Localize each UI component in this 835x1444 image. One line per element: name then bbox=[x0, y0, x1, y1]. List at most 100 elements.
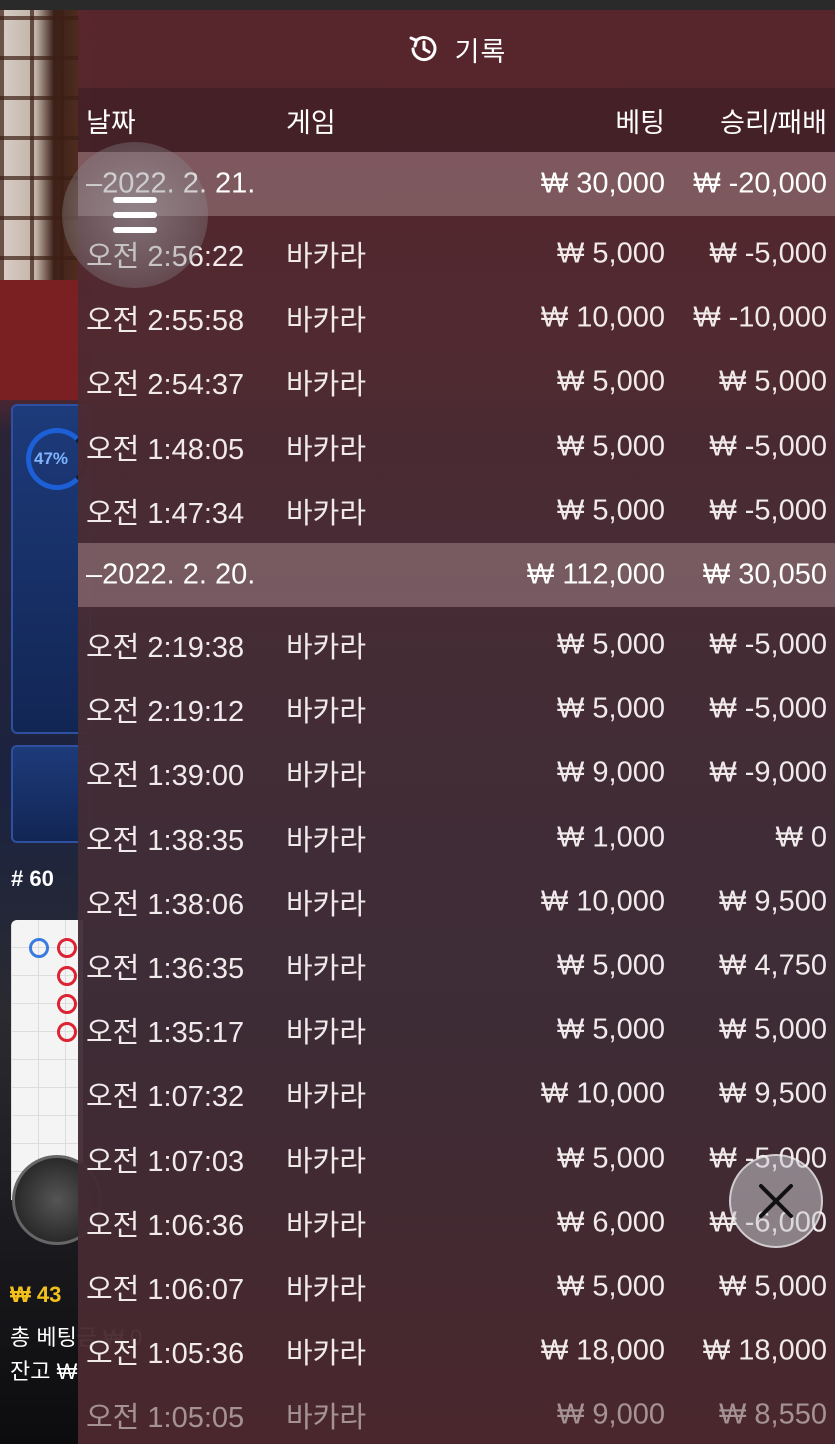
row-game: 바카라 bbox=[286, 824, 367, 857]
row-game: 바카라 bbox=[286, 888, 367, 921]
row-time: 오전 2:54:37 bbox=[86, 369, 245, 402]
row-time: 오전 1:06:36 bbox=[86, 1209, 245, 1242]
row-time: 오전 1:38:06 bbox=[86, 888, 245, 921]
row-time: 오전 1:05:05 bbox=[86, 1402, 245, 1435]
history-row[interactable]: 오전 1:35:17 바카라 ₩ 5,000 ₩ 5,000 bbox=[78, 998, 835, 1062]
history-row[interactable]: 오전 1:05:05 바카라 ₩ 9,000 ₩ 8,550 bbox=[78, 1383, 835, 1444]
close-button[interactable] bbox=[729, 1154, 823, 1248]
history-row[interactable]: 오전 1:47:34 바카라 ₩ 5,000 ₩ -5,000 bbox=[78, 479, 835, 543]
hamburger-menu-icon bbox=[113, 197, 157, 233]
row-win-loss: ₩ 5,000 bbox=[719, 1270, 827, 1303]
history-row[interactable]: 오전 2:54:37 바카라 ₩ 5,000 ₩ 5,000 bbox=[78, 350, 835, 414]
row-game: 바카라 bbox=[286, 305, 367, 338]
row-time: 오전 2:55:58 bbox=[86, 305, 245, 338]
row-game: 바카라 bbox=[286, 1209, 367, 1242]
row-win-loss: ₩ 9,500 bbox=[719, 1077, 827, 1110]
row-win-loss: ₩ -5,000 bbox=[709, 692, 827, 725]
header-win-loss: 승리/패배 bbox=[720, 107, 827, 138]
win-percentage-text: 47% bbox=[33, 449, 69, 468]
row-bet: ₩ 5,000 bbox=[557, 430, 665, 463]
history-table-header: 날짜 게임 베팅 승리/패배 bbox=[78, 88, 835, 152]
row-bet: ₩ 5,000 bbox=[557, 237, 665, 270]
row-game: 바카라 bbox=[286, 1273, 367, 1306]
row-time: 오전 1:39:00 bbox=[86, 760, 245, 793]
history-row[interactable]: 오전 1:06:36바카라₩ 6,000₩ -6,000 bbox=[78, 1191, 835, 1255]
history-row[interactable]: 오전 1:39:00 바카라 ₩ 9,000 ₩ -9,000 bbox=[78, 741, 835, 805]
history-row[interactable]: 오전 1:38:35 바카라 ₩ 1,000 ₩ 0 bbox=[78, 806, 835, 870]
group-bet-total: ₩ 30,000 bbox=[540, 167, 665, 200]
close-x-icon bbox=[759, 1184, 793, 1218]
row-win-loss: ₩ -5,000 bbox=[709, 494, 827, 527]
row-bet: ₩ 5,000 bbox=[557, 1013, 665, 1046]
history-row[interactable]: 오전 1:05:36 바카라 ₩ 18,000 ₩ 18,000 bbox=[78, 1319, 835, 1383]
row-win-loss: ₩ -5,000 bbox=[709, 237, 827, 270]
row-bet: ₩ 10,000 bbox=[540, 885, 665, 918]
row-game: 바카라 bbox=[286, 369, 367, 402]
row-time: 오전 1:06:07 bbox=[86, 1273, 245, 1306]
row-win-loss: ₩ -5,000 bbox=[709, 628, 827, 661]
row-game: 바카라 bbox=[286, 1017, 367, 1050]
row-bet: ₩ 5,000 bbox=[557, 365, 665, 398]
header-game: 게임 bbox=[286, 107, 336, 138]
row-game: 바카라 bbox=[286, 632, 367, 665]
row-win-loss: ₩ 4,750 bbox=[719, 949, 827, 982]
row-bet: ₩ 5,000 bbox=[557, 1142, 665, 1175]
row-time: 오전 2:19:38 bbox=[86, 632, 245, 665]
row-bet: ₩ 10,000 bbox=[540, 301, 665, 334]
row-game: 바카라 bbox=[286, 1402, 367, 1435]
row-bet: ₩ 5,000 bbox=[557, 494, 665, 527]
row-time: 오전 1:05:36 bbox=[86, 1338, 245, 1371]
row-bet: ₩ 5,000 bbox=[557, 949, 665, 982]
lattice-window-decor bbox=[0, 0, 80, 300]
history-row[interactable]: 오전 1:38:06 바카라 ₩ 10,000 ₩ 9,500 bbox=[78, 870, 835, 934]
row-bet: ₩ 5,000 bbox=[557, 628, 665, 661]
row-bet: ₩ 18,000 bbox=[540, 1334, 665, 1367]
row-bet: ₩ 5,000 bbox=[557, 1270, 665, 1303]
remaining-balance-label: 잔고 ₩ bbox=[10, 1359, 78, 1384]
menu-button[interactable] bbox=[62, 142, 208, 288]
history-row[interactable]: 오전 1:36:35 바카라 ₩ 5,000 ₩ 4,750 bbox=[78, 934, 835, 998]
date-group-header[interactable]: –2022. 2. 20. ₩ 112,000 ₩ 30,050 bbox=[78, 542, 835, 607]
history-clock-icon bbox=[409, 36, 437, 62]
row-game: 바카라 bbox=[286, 1145, 367, 1178]
history-row[interactable]: 오전 1:06:07 바카라 ₩ 5,000 ₩ 5,000 bbox=[78, 1255, 835, 1319]
status-strip bbox=[0, 0, 835, 10]
row-win-loss: ₩ 5,000 bbox=[719, 365, 827, 398]
history-row[interactable]: 오전 2:19:38 바카라 ₩ 5,000 ₩ -5,000 bbox=[78, 613, 835, 677]
row-game: 바카라 bbox=[286, 952, 367, 985]
history-list[interactable]: –2022. 2. 21.₩ 30,000₩ -20,000오전 2:56:22… bbox=[78, 152, 835, 1444]
row-win-loss: ₩ -9,000 bbox=[709, 756, 827, 789]
history-row[interactable]: 오전 2:55:58 바카라 ₩ 10,000 ₩ -10,000 bbox=[78, 286, 835, 350]
row-time: 오전 1:48:05 bbox=[86, 433, 245, 466]
group-win-loss-total: ₩ 30,050 bbox=[702, 558, 827, 591]
history-title: 기록 bbox=[454, 36, 507, 67]
group-bet-total: ₩ 112,000 bbox=[526, 558, 665, 591]
row-time: 오전 1:38:35 bbox=[86, 824, 245, 857]
dealer-table bbox=[0, 280, 90, 400]
group-date: –2022. 2. 20. bbox=[86, 558, 256, 591]
history-row[interactable]: 오전 1:48:05 바카라 ₩ 5,000 ₩ -5,000 bbox=[78, 415, 835, 479]
history-row[interactable]: 오전 1:07:32 바카라 ₩ 10,000 ₩ 9,500 bbox=[78, 1062, 835, 1126]
row-time: 오전 2:19:12 bbox=[86, 696, 245, 729]
row-time: 오전 1:07:03 bbox=[86, 1145, 245, 1178]
row-win-loss: ₩ 8,550 bbox=[719, 1398, 827, 1431]
row-win-loss: ₩ 5,000 bbox=[719, 1013, 827, 1046]
row-game: 바카라 bbox=[286, 1081, 367, 1114]
row-bet: ₩ 10,000 bbox=[540, 1077, 665, 1110]
row-bet: ₩ 9,000 bbox=[557, 756, 665, 789]
row-win-loss: ₩ -5,000 bbox=[709, 430, 827, 463]
history-row[interactable]: 오전 2:19:12 바카라 ₩ 5,000 ₩ -5,000 bbox=[78, 677, 835, 741]
row-game: 바카라 bbox=[286, 696, 367, 729]
row-game: 바카라 bbox=[286, 241, 367, 274]
row-bet: ₩ 9,000 bbox=[557, 1398, 665, 1431]
group-win-loss-total: ₩ -20,000 bbox=[693, 167, 827, 200]
history-title-bar: 기록 bbox=[78, 10, 835, 88]
row-bet: ₩ 5,000 bbox=[557, 692, 665, 725]
history-row[interactable]: 오전 1:07:03바카라₩ 5,000₩ -5,000 bbox=[78, 1126, 835, 1190]
row-time: 오전 1:47:34 bbox=[86, 497, 245, 530]
row-game: 바카라 bbox=[286, 433, 367, 466]
row-bet: ₩ 1,000 bbox=[557, 821, 665, 854]
row-time: 오전 1:07:32 bbox=[86, 1081, 245, 1114]
row-win-loss: ₩ 0 bbox=[775, 821, 827, 854]
row-time: 오전 1:36:35 bbox=[86, 952, 245, 985]
